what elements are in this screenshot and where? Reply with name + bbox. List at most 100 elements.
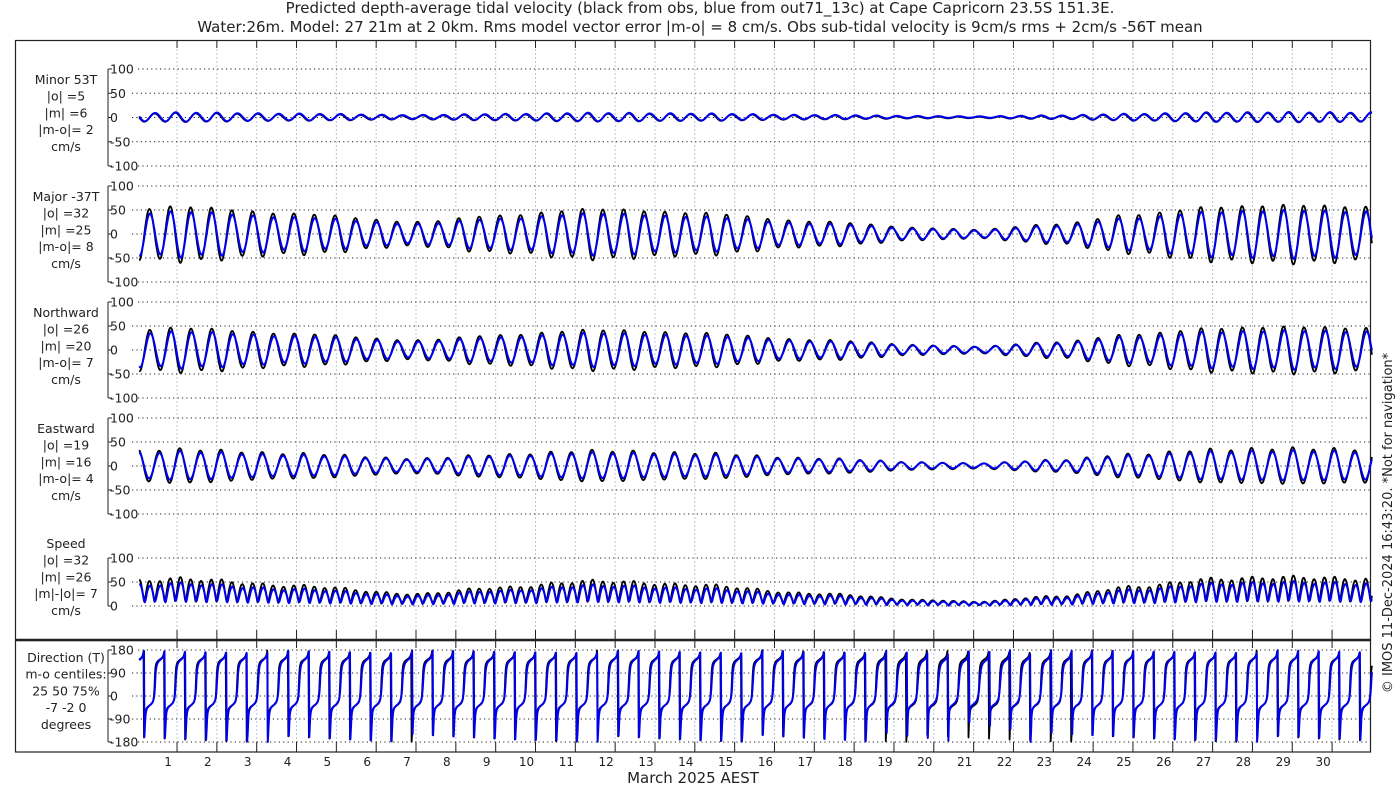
panel-label: Northward |o| =26 |m| =20 |m-o|= 7 cm/s <box>33 305 99 387</box>
panel-label-line: |o| =32 <box>43 206 89 221</box>
panel-major: Major -37T |o| =32 |m| =25 |m-o|= 8 cm/s 100 5… <box>33 179 1373 290</box>
panel-label-line: |m| =20 <box>41 338 92 353</box>
y-tick-label: 100 <box>110 62 134 77</box>
x-tick-label: 26 <box>1156 755 1171 769</box>
panel-label-line: Speed <box>46 536 85 551</box>
x-tick-label: 6 <box>363 755 371 769</box>
panel-label: Major -37T |o| =32 |m| =25 |m-o|= 8 cm/s <box>33 189 100 271</box>
panel-label-line: |m| =16 <box>41 454 92 469</box>
y-tick-label: 100 <box>110 551 134 566</box>
x-tick-label: 30 <box>1315 755 1330 769</box>
x-tick-label: 25 <box>1116 755 1131 769</box>
y-tick-label: -50 <box>110 134 130 149</box>
x-tick-label: 23 <box>1037 755 1052 769</box>
x-tick-label: 11 <box>559 755 574 769</box>
y-tick-label: -100 <box>110 159 138 174</box>
panel-minor: Minor 53T |o| =5 |m| =6 |m-o|= 2 cm/s 100 50 0 -… <box>35 62 1373 174</box>
y-tick-label: 50 <box>110 435 126 450</box>
y-tick-label: -90 <box>110 712 130 727</box>
panel-label-line: Northward <box>33 305 99 320</box>
y-tick-label: -50 <box>110 367 130 382</box>
panel-label-line: cm/s <box>51 488 81 503</box>
x-tick-label: 29 <box>1276 755 1291 769</box>
y-tick-label: -180 <box>110 735 138 750</box>
panel-label-line: |o| =19 <box>43 438 89 453</box>
y-tick-label: -50 <box>110 483 130 498</box>
x-tick-label: 1 <box>164 755 172 769</box>
panel-label-line: degrees <box>41 717 91 732</box>
panel-label-line: 25 50 75% <box>32 683 100 698</box>
x-tick-label: 15 <box>718 755 733 769</box>
y-tick-label: 0 <box>110 343 118 358</box>
y-tick-label: -50 <box>110 251 130 266</box>
panel-label-line: |m-o|= 8 <box>38 239 93 254</box>
chart-title-line1: Predicted depth-average tidal velocity (… <box>286 0 1115 18</box>
x-tick-label: 8 <box>443 755 451 769</box>
x-tick-label: 12 <box>599 755 614 769</box>
panel-label-line: |m-o|= 4 <box>38 471 93 486</box>
x-tick-label: 4 <box>284 755 292 769</box>
x-tick-label: 20 <box>917 755 932 769</box>
panel-label: Direction (T) m-o centiles: 25 50 75% -7 -2… <box>25 650 106 732</box>
y-tick-label: -100 <box>110 391 138 406</box>
upper-frame <box>14 39 1372 642</box>
y-tick-label: 50 <box>110 86 126 101</box>
panel-label-line: |m-o|= 2 <box>38 122 93 137</box>
obs-series-east <box>138 446 1373 485</box>
panel-label-line: |o| =32 <box>43 553 89 568</box>
x-tick-label: 17 <box>798 755 813 769</box>
panel-label-line: m-o centiles: <box>25 667 106 682</box>
y-tick-label: 50 <box>110 575 126 590</box>
panel-label-line: |m| =6 <box>45 105 88 120</box>
tidal-velocity-chart: Predicted depth-average tidal velocity (… <box>14 0 1396 787</box>
panel-label-line: cm/s <box>51 603 81 618</box>
panel-label-line: |m| =25 <box>41 222 92 237</box>
x-tick-label: 28 <box>1236 755 1251 769</box>
x-tick-label: 22 <box>997 755 1012 769</box>
y-tick-label: 100 <box>110 295 134 310</box>
y-tick-label: 90 <box>110 666 126 681</box>
y-tick-label: 0 <box>110 227 118 242</box>
chart-title-line2: Water:26m. Model: 27 21m at 2 0km. Rms m… <box>197 18 1202 36</box>
model-series-dir <box>138 649 1373 743</box>
panel-label: Eastward |o| =19 |m| =16 |m-o|= 4 cm/s <box>37 421 95 503</box>
x-tick-label: 10 <box>519 755 534 769</box>
panel-label: Minor 53T |o| =5 |m| =6 |m-o|= 2 cm/s <box>35 72 98 154</box>
y-tick-label: 0 <box>110 599 118 614</box>
panel-label-line: cm/s <box>51 139 81 154</box>
panel-label-line: -7 -2 0 <box>46 700 87 715</box>
x-tick-label: 5 <box>324 755 332 769</box>
panel-label-line: cm/s <box>51 256 81 271</box>
x-tick-label: 19 <box>877 755 892 769</box>
obs-series-major <box>138 203 1373 266</box>
y-tick-label: 50 <box>110 319 126 334</box>
x-tick-label: 18 <box>837 755 852 769</box>
y-tick-label: -100 <box>110 275 138 290</box>
x-tick-label: 7 <box>403 755 411 769</box>
y-tick-label: 50 <box>110 203 126 218</box>
y-tick-label: 0 <box>110 459 118 474</box>
x-tick-label: 2 <box>204 755 212 769</box>
panel-label-line: Eastward <box>37 421 95 436</box>
y-tick-label: 100 <box>110 411 134 426</box>
panel-north: Northward |o| =26 |m| =20 |m-o|= 7 cm/s 100 50… <box>33 295 1373 406</box>
direction-frame <box>14 639 1372 753</box>
x-tick-label: 14 <box>678 755 693 769</box>
panel-label-line: |o| =26 <box>43 322 89 337</box>
panel-label: Speed |o| =32 |m| =26 |m|-|o|= 7 cm/s <box>34 536 98 618</box>
y-tick-label: 180 <box>110 643 134 658</box>
y-tick-label: 100 <box>110 179 134 194</box>
y-tick-label: 0 <box>110 689 118 704</box>
panel-label-line: Minor 53T <box>35 72 98 87</box>
x-tick-label: 24 <box>1076 755 1091 769</box>
x-tick-label: 13 <box>638 755 653 769</box>
panel-dir: Direction (T) m-o centiles: 25 50 75% -7 -2… <box>25 643 1373 750</box>
panel-label-line: |o| =5 <box>47 89 85 104</box>
panel-label-line: Major -37T <box>33 189 100 204</box>
x-tick-label: 21 <box>957 755 972 769</box>
x-tick-label: 27 <box>1196 755 1211 769</box>
model-series-speed <box>138 580 1373 607</box>
panel-label-line: |m|-|o|= 7 <box>34 586 98 601</box>
credit-text: © IMOS 11-Dec-2024 16:43:20. *Not for na… <box>1381 352 1396 693</box>
panel-label-line: cm/s <box>51 372 81 387</box>
